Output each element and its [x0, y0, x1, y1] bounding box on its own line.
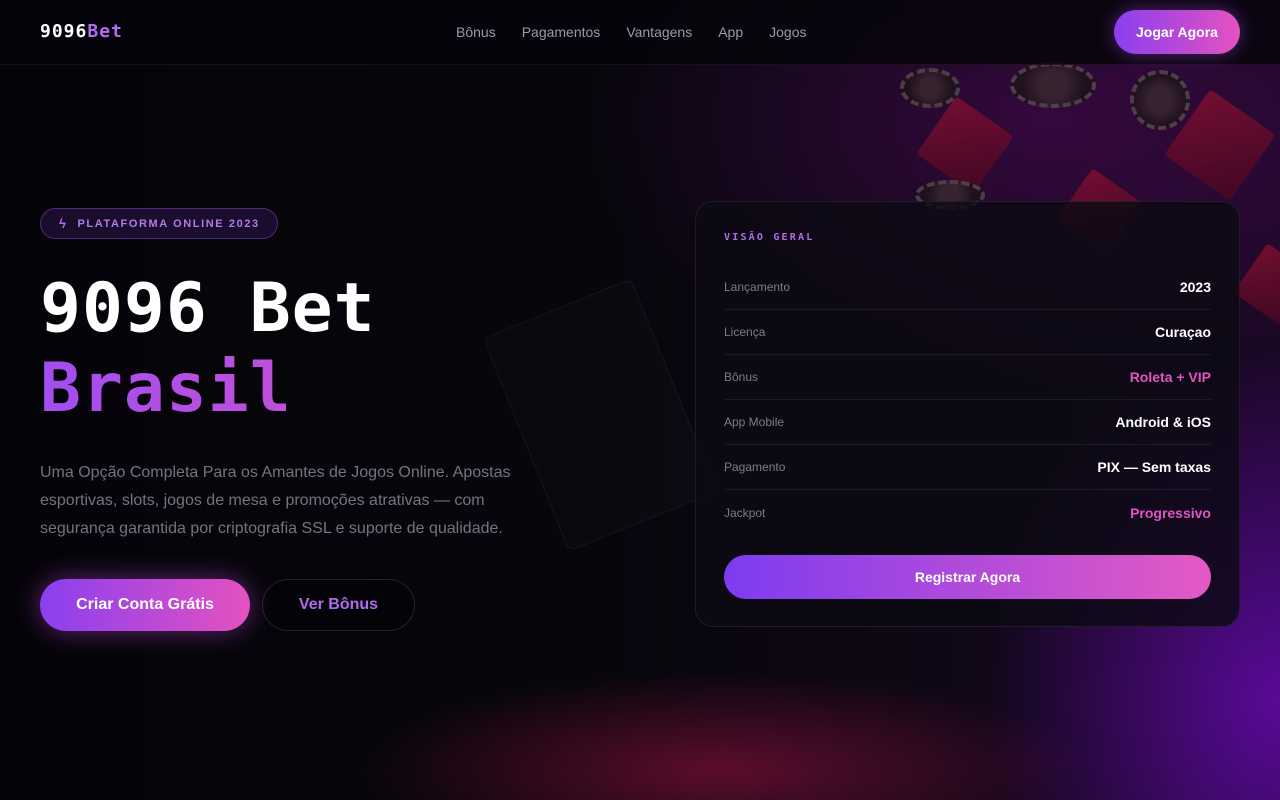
nav-item-bonus[interactable]: Bônus — [456, 24, 496, 40]
platform-badge-label: PLATAFORMA ONLINE 2023 — [77, 217, 260, 230]
play-now-button[interactable]: Jogar Agora — [1114, 10, 1240, 54]
nav-item-pagamentos[interactable]: Pagamentos — [522, 24, 601, 40]
overview-panel: VISÃO GERAL Lançamento 2023 Licença Cura… — [695, 201, 1240, 627]
overview-row-label: Jackpot — [724, 505, 766, 520]
overview-row-value: PIX — Sem taxas — [1097, 459, 1211, 475]
lightning-icon: ϟ — [59, 216, 68, 231]
overview-row-value: Curaçao — [1154, 324, 1211, 340]
nav-item-vantagens[interactable]: Vantagens — [626, 24, 692, 40]
main-nav: Bônus Pagamentos Vantagens App Jogos — [456, 24, 807, 40]
hero-description: Uma Opção Completa Para os Amantes de Jo… — [40, 464, 511, 537]
register-now-button[interactable]: Registrar Agora — [724, 555, 1211, 599]
overview-row-label: Pagamento — [724, 460, 786, 474]
overview-row: Jackpot Progressivo — [724, 490, 1211, 535]
logo-accent: Bet — [87, 21, 123, 42]
view-bonus-button[interactable]: Ver Bônus — [262, 579, 415, 631]
decorative-chip — [1130, 70, 1190, 130]
overview-list: Lançamento 2023 Licença Curaçao Bônus Ro… — [724, 265, 1211, 535]
decorative-chip — [1010, 62, 1096, 108]
overview-row-label: Licença — [724, 325, 766, 339]
overview-row: App Mobile Android & iOS — [724, 400, 1211, 445]
hero-actions: Criar Conta Grátis Ver Bônus — [40, 579, 600, 631]
create-account-button[interactable]: Criar Conta Grátis — [40, 579, 250, 631]
decorative-diamond — [1233, 243, 1280, 327]
overview-row: Bônus Roleta + VIP — [724, 355, 1211, 400]
overview-row-value: Android & iOS — [1115, 414, 1211, 430]
nav-item-app[interactable]: App — [718, 24, 743, 40]
platform-badge: ϟ PLATAFORMA ONLINE 2023 — [40, 208, 278, 239]
logo[interactable]: 9096Bet — [40, 21, 123, 42]
page-title: 9096 Bet Brasil — [40, 269, 600, 429]
overview-title: VISÃO GERAL — [724, 232, 815, 243]
overview-row: Pagamento PIX — Sem taxas — [724, 445, 1211, 490]
overview-row: Licença Curaçao — [724, 310, 1211, 355]
top-navbar: 9096Bet Bônus Pagamentos Vantagens App J… — [0, 0, 1280, 65]
overview-row-label: App Mobile — [724, 415, 785, 429]
overview-row: Lançamento 2023 — [724, 265, 1211, 310]
overview-row-value: 2023 — [1179, 279, 1211, 295]
overview-row-value: Roleta + VIP — [1129, 369, 1211, 385]
decorative-chip — [900, 68, 960, 108]
overview-row-label: Bônus — [724, 370, 759, 384]
logo-main: 9096 — [40, 21, 88, 42]
title-line-2: Brasil — [40, 349, 600, 429]
title-line-1: 9096 Bet — [40, 269, 376, 348]
decorative-diamond — [916, 96, 1014, 194]
nav-item-jogos[interactable]: Jogos — [769, 24, 806, 40]
overview-row-label: Lançamento — [724, 280, 791, 294]
hero-section: ϟ PLATAFORMA ONLINE 2023 9096 Bet Brasil… — [40, 208, 600, 631]
overview-row-value: Progressivo — [1130, 504, 1211, 521]
